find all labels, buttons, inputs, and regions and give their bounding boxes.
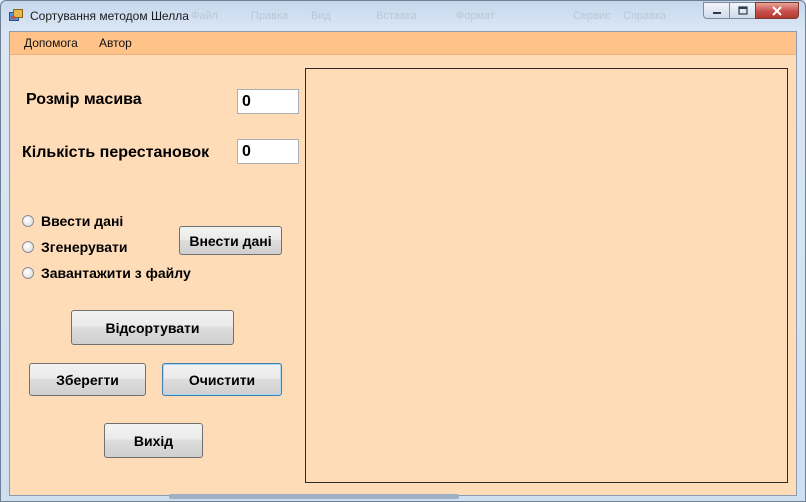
- exit-button[interactable]: Вихід: [104, 423, 203, 458]
- window-controls: [703, 2, 799, 20]
- clear-button[interactable]: Очистити: [162, 363, 282, 396]
- menu-item-help[interactable]: Допомога: [24, 36, 78, 50]
- close-icon: [772, 5, 782, 16]
- sort-button[interactable]: Відсортувати: [71, 310, 234, 345]
- radio-load-file[interactable]: Завантажити з файлу: [22, 265, 191, 281]
- radio-enter-data-label: Ввести дані: [41, 213, 124, 229]
- ghost-title-1: Файл: [191, 10, 219, 22]
- swaps-count-input[interactable]: [237, 139, 299, 164]
- minimize-button[interactable]: [703, 2, 729, 19]
- radio-generate-label: Згенерувати: [41, 239, 128, 255]
- ghost-title-4: Вставка: [376, 10, 417, 22]
- radio-enter-data[interactable]: Ввести дані: [22, 213, 123, 229]
- radio-load-file-label: Завантажити з файлу: [41, 265, 191, 281]
- ghost-title-3: Вид: [311, 10, 331, 22]
- enter-data-button[interactable]: Внести дані: [179, 226, 282, 255]
- maximize-icon: [737, 6, 748, 15]
- form-client-area: Допомога Автор Розмір масива Кількість п…: [9, 31, 797, 496]
- menu-item-author[interactable]: Автор: [99, 36, 132, 50]
- maximize-button[interactable]: [729, 2, 755, 19]
- array-size-label: Розмір масива: [26, 91, 142, 108]
- ghost-title-6: Сервис: [573, 10, 611, 22]
- radio-generate[interactable]: Згенерувати: [22, 239, 127, 255]
- array-size-input[interactable]: [237, 89, 299, 114]
- ghost-title-7: Справка: [623, 10, 667, 22]
- title-bar[interactable]: Сортування методом Шелла Файл Правка Вид…: [1, 1, 805, 31]
- app-window: Сортування методом Шелла Файл Правка Вид…: [0, 0, 806, 502]
- minimize-icon: [712, 11, 721, 14]
- radio-button-icon[interactable]: [22, 241, 34, 253]
- array-output-panel: [305, 68, 788, 483]
- ghost-title-5: Формат: [456, 10, 496, 22]
- save-button[interactable]: Зберегти: [29, 363, 146, 396]
- radio-button-icon[interactable]: [22, 215, 34, 227]
- ghost-title-2: Правка: [251, 10, 289, 22]
- close-button[interactable]: [755, 2, 799, 19]
- app-window-icon: [9, 9, 23, 21]
- swaps-count-label: Кількість перестановок: [22, 144, 210, 161]
- taskbar-scroll-indicator: [169, 494, 459, 499]
- radio-button-icon[interactable]: [22, 267, 34, 279]
- menu-bar: Допомога Автор: [10, 32, 796, 55]
- window-title: Сортування методом Шелла: [30, 9, 189, 23]
